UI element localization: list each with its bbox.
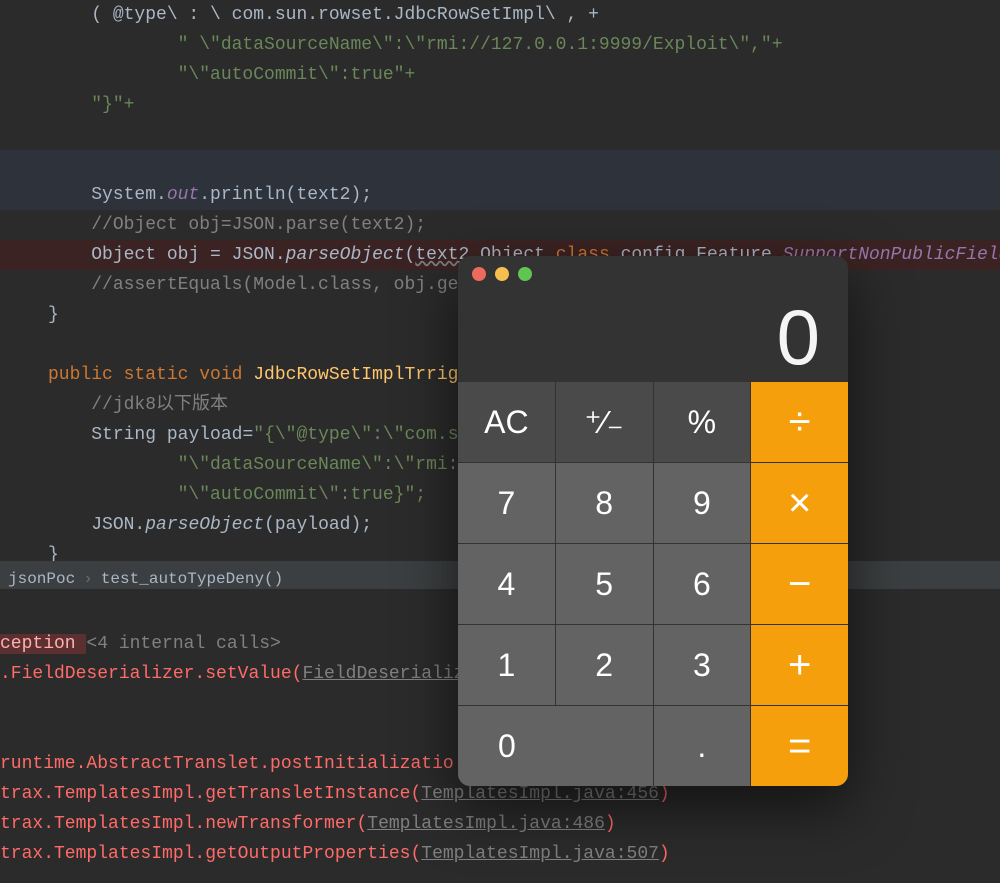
breadcrumb-separator: › bbox=[83, 570, 93, 588]
code-line: System.out.println(text2); bbox=[0, 180, 1000, 210]
calculator-display: 0 bbox=[458, 292, 848, 382]
divide-button[interactable]: ÷ bbox=[751, 382, 848, 462]
code-line bbox=[0, 150, 1000, 180]
multiply-button[interactable]: × bbox=[751, 463, 848, 543]
plus-button[interactable]: + bbox=[751, 625, 848, 705]
close-icon[interactable] bbox=[472, 267, 486, 281]
digit-6-button[interactable]: 6 bbox=[654, 544, 751, 624]
digit-2-button[interactable]: 2 bbox=[556, 625, 653, 705]
code-line bbox=[0, 120, 1000, 150]
digit-1-button[interactable]: 1 bbox=[458, 625, 555, 705]
console-line: trax.TemplatesImpl.newTransformer(Templa… bbox=[0, 809, 1000, 839]
equals-button[interactable]: = bbox=[751, 706, 848, 786]
code-line: //Object obj=JSON.parse(text2); bbox=[0, 210, 1000, 240]
digit-5-button[interactable]: 5 bbox=[556, 544, 653, 624]
digit-7-button[interactable]: 7 bbox=[458, 463, 555, 543]
code-line: ( @type\ : \ com.sun.rowset.JdbcRowSetIm… bbox=[0, 0, 1000, 30]
code-line: "}"+ bbox=[0, 90, 1000, 120]
decimal-button[interactable]: . bbox=[654, 706, 751, 786]
minimize-icon[interactable] bbox=[495, 267, 509, 281]
calculator-window[interactable]: 0 AC ⁺∕₋ % ÷ 7 8 9 × 4 5 6 − 1 2 3 + 0 .… bbox=[458, 256, 848, 786]
digit-0-button[interactable]: 0 bbox=[458, 706, 653, 786]
sign-button[interactable]: ⁺∕₋ bbox=[556, 382, 653, 462]
code-line: " \"dataSourceName\":\"rmi://127.0.0.1:9… bbox=[0, 30, 1000, 60]
breadcrumb-item[interactable]: test_autoTypeDeny() bbox=[101, 570, 283, 588]
digit-4-button[interactable]: 4 bbox=[458, 544, 555, 624]
calculator-titlebar[interactable] bbox=[458, 256, 848, 292]
code-line: "\"autoCommit\":true"+ bbox=[0, 60, 1000, 90]
calculator-keypad: AC ⁺∕₋ % ÷ 7 8 9 × 4 5 6 − 1 2 3 + 0 . = bbox=[458, 382, 848, 786]
digit-9-button[interactable]: 9 bbox=[654, 463, 751, 543]
maximize-icon[interactable] bbox=[518, 267, 532, 281]
ac-button[interactable]: AC bbox=[458, 382, 555, 462]
digit-3-button[interactable]: 3 bbox=[654, 625, 751, 705]
digit-8-button[interactable]: 8 bbox=[556, 463, 653, 543]
minus-button[interactable]: − bbox=[751, 544, 848, 624]
console-line: trax.TemplatesImpl.getOutputProperties(T… bbox=[0, 839, 1000, 869]
breadcrumb-item[interactable]: jsonPoc bbox=[8, 570, 75, 588]
percent-button[interactable]: % bbox=[654, 382, 751, 462]
